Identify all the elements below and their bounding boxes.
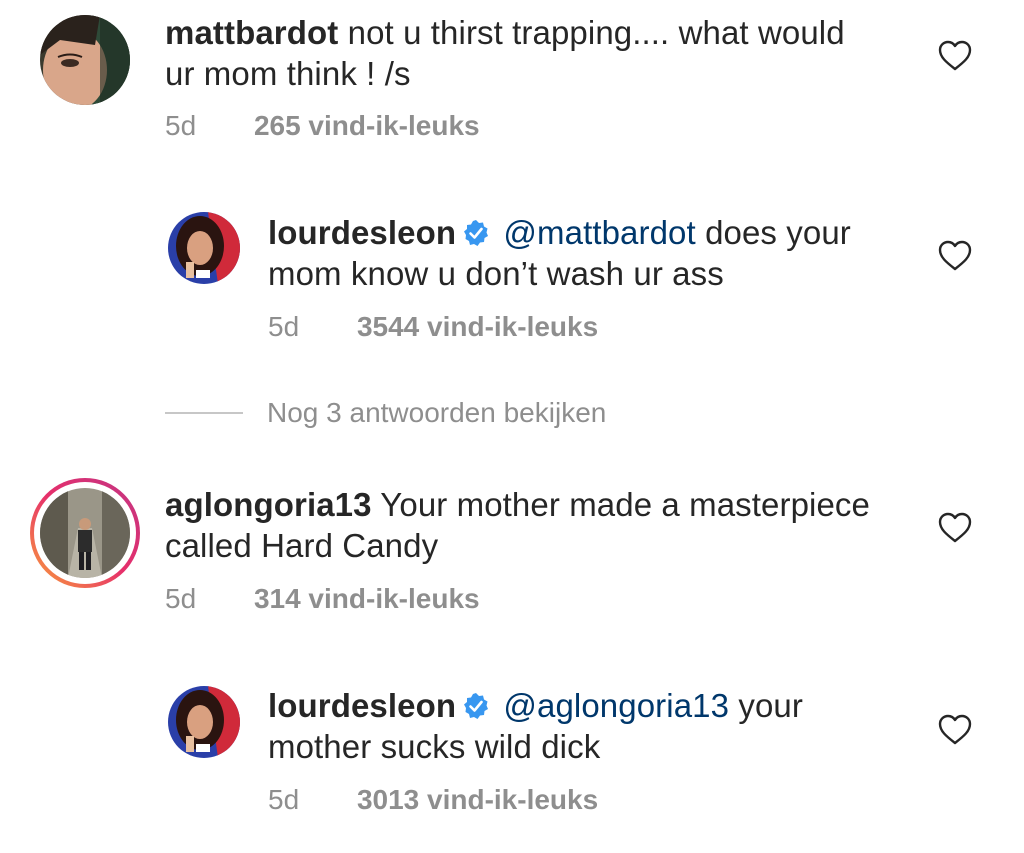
comment-likes-count[interactable]: 265 vind-ik-leuks xyxy=(254,110,480,142)
comment-text: mother sucks wild dick xyxy=(268,728,601,765)
verified-badge-icon xyxy=(464,220,489,246)
view-more-replies-button[interactable]: Nog 3 antwoorden bekijken xyxy=(165,393,606,433)
comment-username[interactable]: lourdesleon xyxy=(268,214,456,251)
comment-likes-count[interactable]: 314 vind-ik-leuks xyxy=(254,583,480,615)
comment-text: mom know u don’t wash ur ass xyxy=(268,255,724,292)
comment-text: Your mother made a masterpiece xyxy=(380,486,870,523)
verified-badge-icon xyxy=(464,693,489,719)
comment-timestamp: 5d xyxy=(165,110,197,141)
comment-text: not u thirst trapping.... what would xyxy=(347,14,845,51)
comment-timestamp: 5d xyxy=(165,583,197,614)
comment-text: your xyxy=(738,687,803,724)
comment-likes-count[interactable]: 3544 vind-ik-leuks xyxy=(357,311,598,343)
avatar xyxy=(40,488,130,578)
heart-outline-icon[interactable] xyxy=(938,714,972,746)
heart-outline-icon[interactable] xyxy=(938,240,972,272)
comment-timestamp: 5d xyxy=(268,311,300,342)
comment-text: called Hard Candy xyxy=(165,527,439,564)
heart-outline-icon[interactable] xyxy=(938,512,972,544)
avatar-story-ring[interactable] xyxy=(30,478,140,588)
view-more-replies-label: Nog 3 antwoorden bekijken xyxy=(267,397,607,428)
comment-username[interactable]: lourdesleon xyxy=(268,687,456,724)
heart-outline-icon[interactable] xyxy=(938,40,972,72)
mention-link[interactable]: @mattbardot xyxy=(503,214,695,251)
divider-line xyxy=(165,412,243,414)
mention-link[interactable]: @aglongoria13 xyxy=(503,687,729,724)
comment-text: does your xyxy=(705,214,851,251)
comment-likes-count[interactable]: 3013 vind-ik-leuks xyxy=(357,784,598,816)
comment-timestamp: 5d xyxy=(268,784,300,815)
comment-username[interactable]: aglongoria13 xyxy=(165,486,372,523)
comment-username[interactable]: mattbardot xyxy=(165,14,338,51)
comment-text: ur mom think ! /s xyxy=(165,55,411,92)
avatar[interactable] xyxy=(168,212,240,284)
avatar[interactable] xyxy=(40,15,130,105)
avatar[interactable] xyxy=(168,686,240,758)
